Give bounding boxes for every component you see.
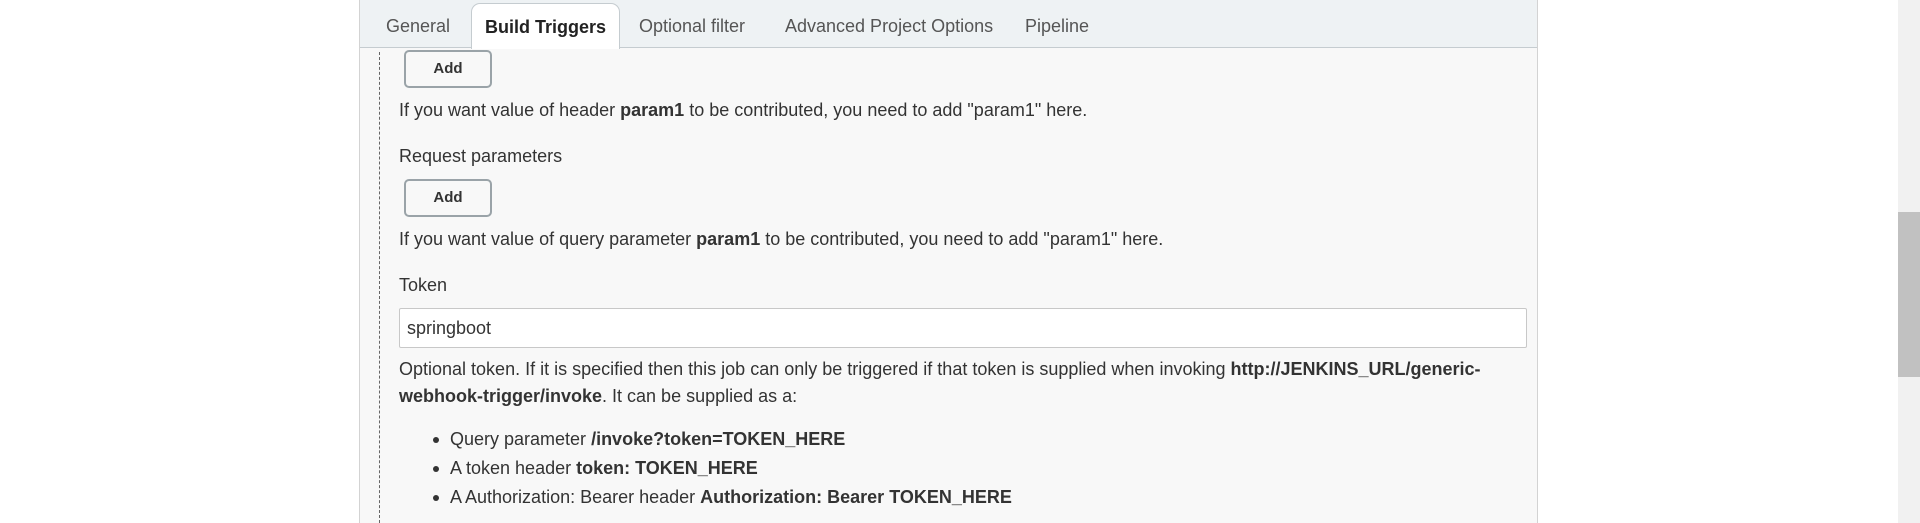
header-param-help: If you want value of header param1 to be… [399, 98, 1087, 122]
token-help-post: . It can be supplied as a: [602, 386, 798, 406]
section-indent-line [379, 52, 380, 523]
token-help: Optional token. If it is specified then … [399, 356, 1519, 410]
config-panel: General Build Triggers Optional filter A… [359, 0, 1538, 523]
request-params-label: Request parameters [399, 146, 563, 166]
list-item: A token header token: TOKEN_HERE [433, 454, 1012, 483]
token-options-list: Query parameter /invoke?token=TOKEN_HERE… [433, 425, 1012, 512]
token-label: Token [399, 275, 448, 295]
request-help-pre: If you want value of query parameter [399, 229, 697, 249]
page-scrollbar[interactable] [1898, 0, 1920, 523]
option-value: Authorization: Bearer TOKEN_HERE [700, 487, 1012, 507]
option-value: /invoke?token=TOKEN_HERE [591, 429, 846, 449]
list-item: Query parameter /invoke?token=TOKEN_HERE [433, 425, 1012, 454]
tab-bar: General Build Triggers Optional filter A… [360, 0, 1537, 49]
header-help-post: to be contributed, you need to add "para… [684, 100, 1088, 120]
option-text: A token header [450, 458, 577, 478]
request-help-param: param1 [696, 229, 761, 249]
tab-pipeline[interactable]: Pipeline [1025, 3, 1089, 48]
tab-build-triggers[interactable]: Build Triggers [471, 3, 621, 49]
add-header-param-button[interactable]: Add [404, 50, 492, 88]
tab-advanced-project-options[interactable]: Advanced Project Options [785, 3, 993, 48]
token-help-pre: Optional token. If it is specified then … [399, 359, 1231, 379]
header-help-param: param1 [620, 100, 685, 120]
option-value: token: TOKEN_HERE [576, 458, 758, 478]
request-help-post: to be contributed, you need to add "para… [760, 229, 1164, 249]
option-text: A Authorization: Bearer header [450, 487, 701, 507]
tab-optional-filter[interactable]: Optional filter [639, 3, 745, 48]
tab-general[interactable]: General [386, 3, 450, 48]
option-text: Query parameter [450, 429, 592, 449]
add-request-param-button[interactable]: Add [404, 179, 492, 217]
header-help-pre: If you want value of header [399, 100, 621, 120]
request-param-help: If you want value of query parameter par… [399, 227, 1163, 251]
list-item: A Authorization: Bearer header Authoriza… [433, 483, 1012, 512]
token-input[interactable]: springboot [399, 308, 1527, 348]
scrollbar-thumb[interactable] [1898, 212, 1920, 377]
